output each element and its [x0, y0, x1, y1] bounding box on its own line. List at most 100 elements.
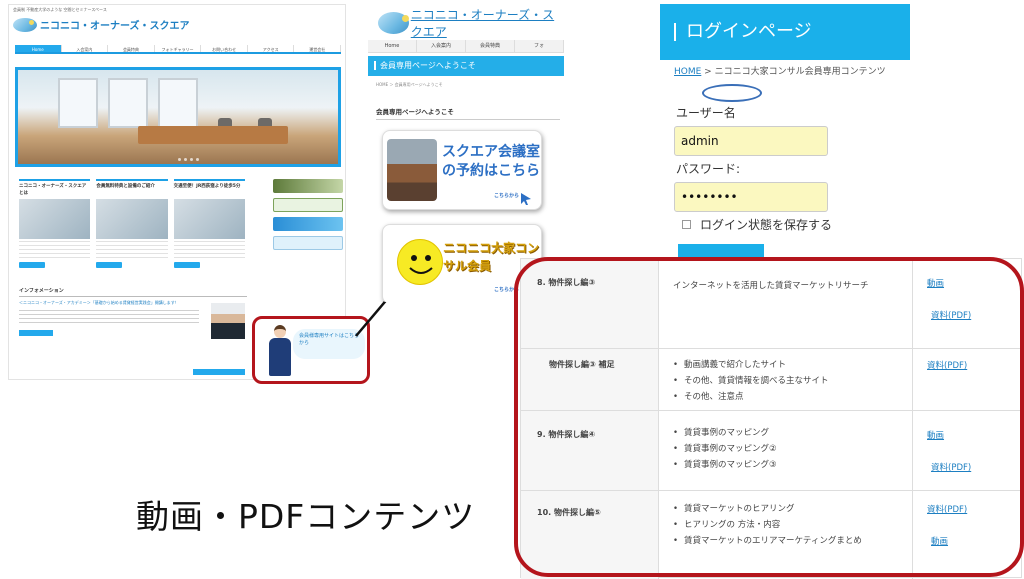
information-text: [19, 310, 199, 324]
info-list-button[interactable]: [193, 369, 245, 375]
site-nav-company[interactable]: 運営会社: [294, 45, 342, 52]
row-item-list: 賃貸事例のマッピング 賃貸事例のマッピング② 賃貸事例のマッピング③: [673, 425, 777, 473]
members-heading: 会員専用ページへようこそ: [376, 106, 560, 120]
feature-card-text: [96, 241, 168, 259]
row-title: 10. 物件探し編⑤: [537, 508, 601, 517]
hero-image: [15, 67, 341, 167]
members-nav-join[interactable]: 入会案内: [417, 40, 466, 52]
annotation-circle: [702, 84, 762, 102]
site-global-nav: Home 入会案内 会員特典 フォトギャラリー お問い合わせ アクセス 運営会社: [15, 45, 342, 54]
site-logo-text: ニコニコ・オーナーズ・スクエア: [40, 21, 190, 32]
information-heading: インフォメーション: [19, 287, 247, 297]
site-nav-home[interactable]: Home: [15, 45, 62, 52]
list-item: 賃貸マーケットのエリアマーケティングまとめ: [673, 533, 862, 549]
logo-mark-icon: [378, 12, 409, 34]
hero-window: [108, 78, 148, 128]
list-item: ヒアリングの 方法・内容: [673, 517, 862, 533]
feature-card-button[interactable]: [19, 262, 45, 268]
site-sidebar-banners: [273, 179, 343, 255]
contents-table: 8. 物件探し編③ インターネットを活用した賃貸マーケットリサーチ 動画 資料(…: [520, 258, 1023, 579]
feature-card-button[interactable]: [96, 262, 123, 268]
feature-card-title: 交通至便！JR西荻窪より徒歩5分: [173, 184, 241, 189]
row-item-list: 動画講義で紹介したサイト その他、賃貸情報を調べる主なサイト その他、注意点: [673, 357, 829, 405]
meeting-room-banner[interactable]: スクエア会議室の予約はこちら こちらから: [382, 130, 542, 210]
members-page-screenshot: ニコニコ・オーナーズ・スクエア Home 入会案内 会員特典 フォ 会員専用ペー…: [368, 2, 564, 302]
list-item: 賃貸マーケットのヒアリング: [673, 501, 862, 517]
members-logo-text: ニコニコ・オーナーズ・スクエア: [410, 8, 555, 39]
slider-dots[interactable]: [178, 158, 199, 161]
table-row: 物件探し編③ 補足 動画講義で紹介したサイト その他、賃貸情報を調べる主なサイト…: [521, 349, 1023, 411]
members-nav-more[interactable]: フォ: [515, 40, 564, 52]
pdf-link[interactable]: 資料(PDF): [927, 359, 967, 371]
members-nav-benefits[interactable]: 会員特典: [466, 40, 515, 52]
table-row: 9. 物件探し編④ 賃貸事例のマッピング 賃貸事例のマッピング② 賃貸事例のマッ…: [521, 411, 1023, 491]
row-item-list: 賃貸マーケットのヒアリング ヒアリングの 方法・内容 賃貸マーケットのエリアマー…: [673, 501, 862, 549]
remember-label: ログイン状態を保存する: [700, 218, 833, 232]
site-nav-access[interactable]: アクセス: [248, 45, 295, 52]
list-item: 賃貸事例のマッピング③: [673, 457, 777, 473]
hero-window: [58, 78, 98, 128]
smiley-icon: [397, 239, 443, 285]
members-bar-title: 会員専用ページへようこそ: [380, 61, 476, 70]
sidebar-banner[interactable]: [273, 236, 343, 250]
row-title: 9. 物件探し編④: [537, 430, 596, 439]
information-link[interactable]: ＜ニコニコ・オーナーズ・アカデミー＞「基礎から始める賃貸経営実践会」開講します！: [19, 300, 199, 306]
site-nav-contact[interactable]: お問い合わせ: [201, 45, 248, 52]
list-item: 賃貸事例のマッピング: [673, 425, 777, 441]
information-more-button[interactable]: [19, 330, 53, 336]
slide-caption: 動画・PDFコンテンツ: [136, 497, 476, 536]
information-section: インフォメーション ＜ニコニコ・オーナーズ・アカデミー＞「基礎から始める賃貸経営…: [19, 287, 247, 339]
feature-card-text: [173, 241, 245, 259]
password-field[interactable]: ••••••••: [674, 182, 828, 212]
row-title: 8. 物件探し編③: [537, 278, 596, 287]
table-row: 8. 物件探し編③ インターネットを活用した賃貸マーケットリサーチ 動画 資料(…: [521, 259, 1023, 349]
remember-checkbox[interactable]: [682, 220, 691, 229]
feature-card-button[interactable]: [173, 262, 200, 268]
banner-cta: こちらから: [493, 193, 519, 199]
list-item: 賃貸事例のマッピング②: [673, 441, 777, 457]
site-tagline: 会員制 不動産大学のような 空間とセミナースペース: [13, 7, 107, 12]
breadcrumb-home[interactable]: HOME: [674, 67, 701, 77]
pdf-link[interactable]: 資料(PDF): [931, 309, 971, 321]
breadcrumb: HOME > ニコニコ大家コンサル会員専用コンテンツ: [674, 64, 886, 77]
list-item: その他、注意点: [673, 389, 829, 405]
row-description: インターネットを活用した賃貸マーケットリサーチ: [673, 281, 869, 291]
site-nav-join[interactable]: 入会案内: [62, 45, 109, 52]
meeting-room-photo: [387, 139, 437, 201]
pdf-link[interactable]: 資料(PDF): [927, 503, 967, 515]
hero-table: [138, 126, 288, 144]
login-title: ログインページ: [686, 21, 812, 42]
hero-window: [158, 78, 198, 128]
feature-card[interactable]: 交通至便！JR西荻窪より徒歩5分: [173, 179, 245, 275]
row-title: 物件探し編③ 補足: [549, 360, 615, 369]
feature-cards: ニコニコ・オーナーズ・スクエアとは 会員無料特典と設備のご紹介 交通至便！JR西…: [19, 179, 245, 275]
list-item: 動画講義で紹介したサイト: [673, 357, 829, 373]
meeting-room-banner-title: スクエア会議室の予約はこちら: [442, 144, 540, 179]
video-link[interactable]: 動画: [927, 277, 944, 289]
video-link[interactable]: 動画: [927, 429, 944, 441]
pdf-link[interactable]: 資料(PDF): [931, 461, 971, 473]
consult-member-banner[interactable]: ニコニコ大家コンサル会員 こちらから: [382, 224, 542, 302]
sidebar-banner[interactable]: [273, 179, 343, 193]
site-nav-benefits[interactable]: 会員特典: [108, 45, 155, 52]
list-item: その他、賃貸情報を調べる主なサイト: [673, 373, 829, 389]
username-field[interactable]: admin: [674, 126, 828, 156]
video-link[interactable]: 動画: [931, 535, 948, 547]
feature-card[interactable]: 会員無料特典と設備のご紹介: [96, 179, 168, 275]
cursor-icon: [521, 193, 531, 205]
sidebar-banner[interactable]: [273, 217, 343, 231]
banner-cta: こちらから: [493, 287, 519, 293]
members-title-bar: 会員専用ページへようこそ: [368, 56, 564, 76]
site-nav-gallery[interactable]: フォトギャラリー: [155, 45, 202, 52]
avatar: [211, 303, 245, 339]
sidebar-banner[interactable]: [273, 198, 343, 212]
breadcrumb[interactable]: HOME ＞ 会員専用ページへようこそ: [376, 82, 443, 88]
members-logo[interactable]: ニコニコ・オーナーズ・スクエア: [378, 6, 564, 40]
members-nav: Home 入会案内 会員特典 フォ: [368, 40, 564, 53]
feature-card[interactable]: ニコニコ・オーナーズ・スクエアとは: [19, 179, 91, 275]
feature-card-image: [173, 199, 245, 239]
login-page-screenshot: ログインページ HOME > ニコニコ大家コンサル会員専用コンテンツ ユーザー名…: [660, 4, 910, 274]
woman-icon: [269, 325, 291, 379]
members-nav-home[interactable]: Home: [368, 40, 417, 52]
site-logo[interactable]: ニコニコ・オーナーズ・スクエア: [13, 17, 190, 32]
